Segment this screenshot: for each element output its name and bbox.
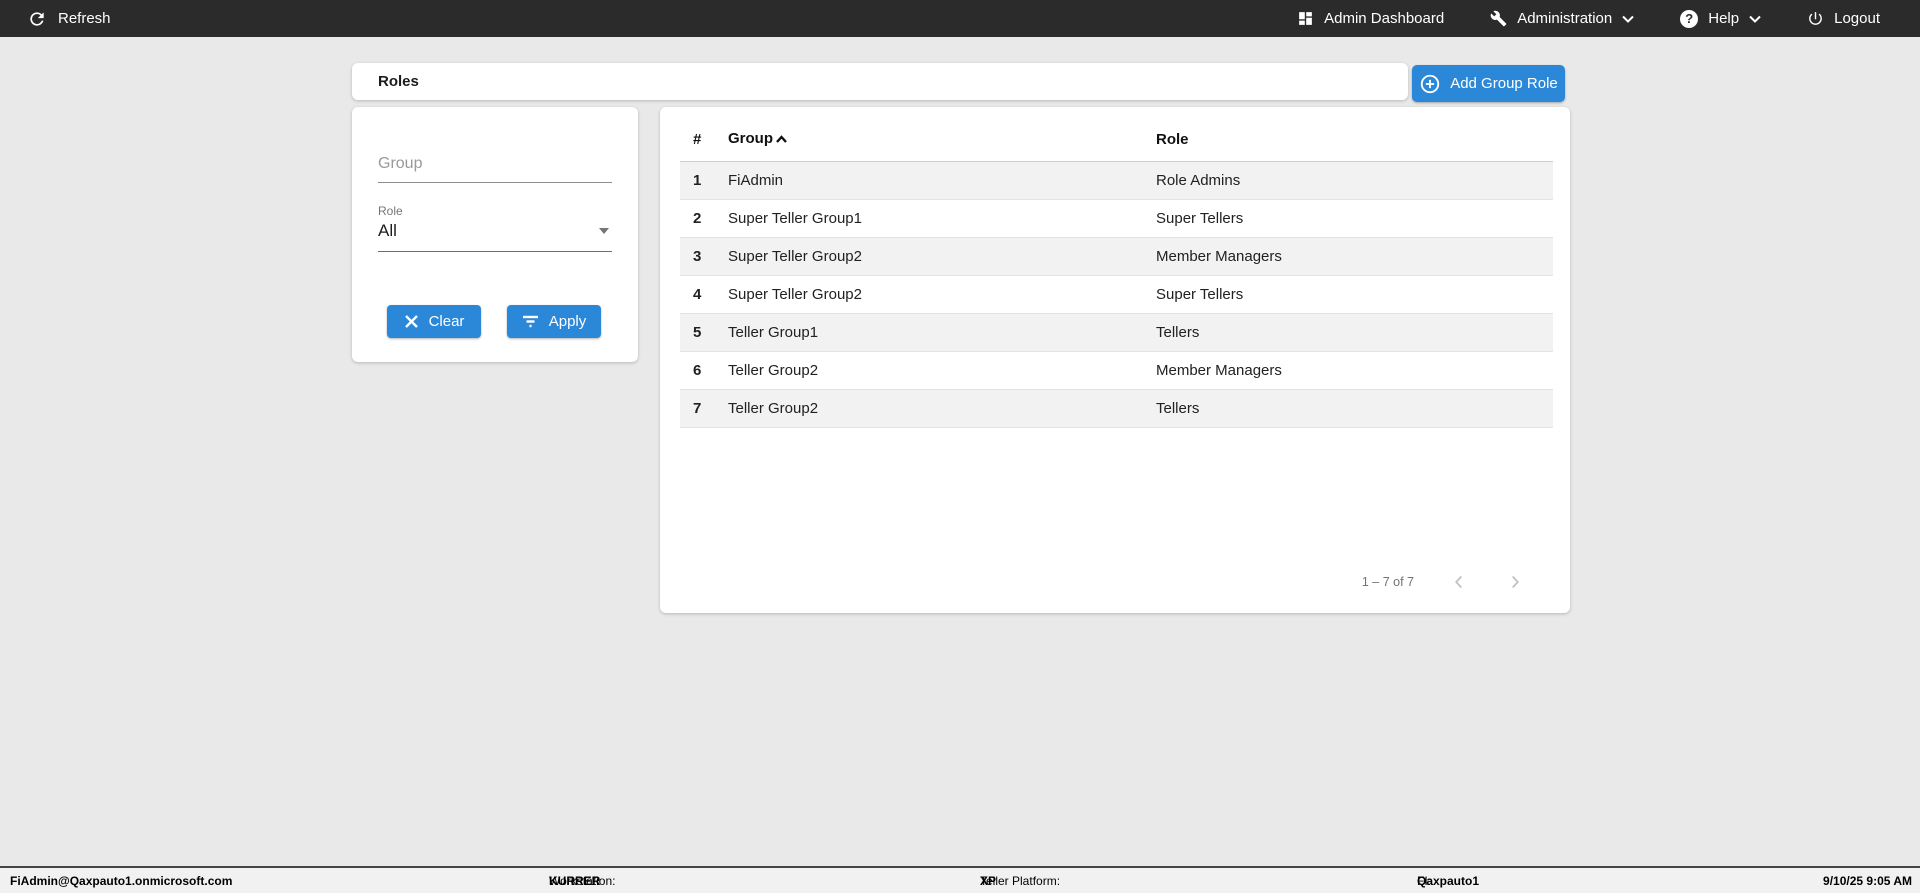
power-icon (1807, 10, 1824, 27)
table-row[interactable]: 2 Super Teller Group1 Super Tellers (680, 199, 1553, 237)
topbar-menu: Admin Dashboard Administration ? Help Lo… (1297, 10, 1880, 28)
help-menu-item[interactable]: ? Help (1680, 10, 1761, 28)
add-group-role-button[interactable]: Add Group Role (1412, 65, 1565, 102)
filter-actions: Clear Apply (387, 305, 612, 338)
pagination-prev-icon[interactable] (1448, 571, 1470, 593)
column-header-num: # (680, 118, 728, 161)
table-row[interactable]: 4 Super Teller Group2 Super Tellers (680, 275, 1553, 313)
top-bar: Refresh Admin Dashboard Administration ?… (0, 0, 1920, 37)
table-row[interactable]: 7 Teller Group2 Tellers (680, 389, 1553, 427)
admin-dashboard-menu-item[interactable]: Admin Dashboard (1297, 10, 1444, 27)
administration-label: Administration (1517, 10, 1612, 27)
column-header-role[interactable]: Role (1156, 118, 1553, 161)
admin-dashboard-label: Admin Dashboard (1324, 10, 1444, 27)
chevron-down-icon (1622, 15, 1634, 23)
refresh-label: Refresh (58, 10, 111, 27)
help-label: Help (1708, 10, 1739, 27)
wrench-icon (1490, 10, 1507, 27)
role-filter-select[interactable]: Role All (378, 204, 612, 252)
table-row[interactable]: 6 Teller Group2 Member Managers (680, 351, 1553, 389)
clear-button[interactable]: Clear (387, 305, 481, 338)
filter-icon (522, 315, 539, 328)
administration-menu-item[interactable]: Administration (1490, 10, 1634, 27)
dropdown-arrow-icon (599, 228, 609, 239)
logout-menu-item[interactable]: Logout (1807, 10, 1880, 27)
table-header-row: # Group Role (680, 118, 1553, 161)
x-icon (404, 314, 419, 329)
filter-panel: Role All Clear Apply (352, 107, 638, 362)
add-group-role-label: Add Group Role (1450, 75, 1558, 92)
plus-circle-icon (1419, 73, 1441, 95)
role-filter-label: Role (378, 204, 612, 218)
group-filter-input[interactable] (378, 155, 612, 183)
column-header-group[interactable]: Group (728, 118, 1156, 161)
page-title-bar: Roles (352, 63, 1408, 100)
status-datetime: 9/10/25 9:05 AM (1823, 874, 1912, 888)
dashboard-icon (1297, 10, 1314, 27)
refresh-icon (27, 9, 47, 29)
roles-table-card: # Group Role 1 FiAdmin Role Admins 2 Sup… (660, 107, 1570, 613)
apply-button[interactable]: Apply (507, 305, 601, 338)
pagination-range: 1 – 7 of 7 (1362, 575, 1414, 589)
roles-table: # Group Role 1 FiAdmin Role Admins 2 Sup… (680, 118, 1553, 428)
refresh-button[interactable]: Refresh (27, 9, 111, 29)
logout-label: Logout (1834, 10, 1880, 27)
status-bar: FiAdmin@Qaxpauto1.onmicrosoft.com Workst… (0, 866, 1920, 893)
pagination-next-icon[interactable] (1504, 571, 1526, 593)
page-title: Roles (378, 73, 419, 90)
table-row[interactable]: 3 Super Teller Group2 Member Managers (680, 237, 1553, 275)
role-filter-value: All (378, 221, 612, 241)
chevron-down-icon (1749, 15, 1761, 23)
status-user: FiAdmin@Qaxpauto1.onmicrosoft.com (10, 874, 232, 888)
table-row[interactable]: 1 FiAdmin Role Admins (680, 161, 1553, 199)
apply-label: Apply (549, 313, 587, 330)
clear-label: Clear (429, 313, 465, 330)
table-row[interactable]: 5 Teller Group1 Tellers (680, 313, 1553, 351)
help-icon: ? (1680, 10, 1698, 28)
sort-asc-icon (775, 131, 788, 148)
pagination: 1 – 7 of 7 (1362, 570, 1526, 594)
